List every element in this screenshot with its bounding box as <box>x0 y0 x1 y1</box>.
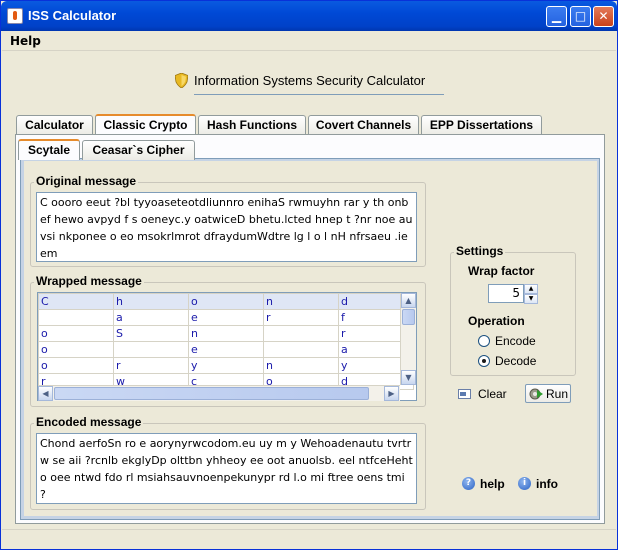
table-cell[interactable]: o <box>38 341 114 358</box>
wrapped-message-title: Wrapped message <box>34 274 144 288</box>
status-bar <box>2 529 616 549</box>
table-row[interactable]: oSnr <box>38 325 414 342</box>
settings-title: Settings <box>454 244 506 258</box>
help-icon: ? <box>462 477 475 490</box>
table-row[interactable]: oryny <box>38 357 414 374</box>
scroll-left-icon[interactable]: ◀ <box>38 386 53 401</box>
info-link[interactable]: info <box>536 477 558 491</box>
table-cell[interactable]: a <box>113 309 189 326</box>
tab-classic-crypto[interactable]: Classic Crypto <box>95 114 196 135</box>
table-cell[interactable]: n <box>263 293 339 310</box>
table-cell[interactable]: h <box>113 293 189 310</box>
title-underline <box>194 94 444 95</box>
spinner-down-icon[interactable]: ▼ <box>524 294 538 304</box>
table-cell[interactable]: C <box>38 293 114 310</box>
table-cell[interactable]: e <box>188 309 264 326</box>
tab-covert-channels[interactable]: Covert Channels <box>308 115 419 135</box>
tab-scytale[interactable]: Scytale <box>18 139 80 160</box>
tab-calculator[interactable]: Calculator <box>16 115 93 135</box>
table-cell[interactable]: S <box>113 325 189 342</box>
table-cell[interactable]: o <box>38 325 114 342</box>
encoded-message-title: Encoded message <box>34 415 144 429</box>
table-cell[interactable]: r <box>113 357 189 374</box>
page-title: Information Systems Security Calculator <box>194 73 426 88</box>
radio-selected-dot <box>482 359 486 363</box>
window-title: ISS Calculator <box>28 8 117 23</box>
scroll-down-icon[interactable]: ▼ <box>401 370 416 385</box>
horizontal-scrollbar[interactable]: ◀ ▶ <box>38 385 400 401</box>
help-link[interactable]: help <box>480 477 505 491</box>
table-cell[interactable]: o <box>188 293 264 310</box>
table-cell[interactable] <box>263 341 339 358</box>
table-cell[interactable]: e <box>188 341 264 358</box>
run-icon <box>529 388 543 400</box>
wrap-factor-input[interactable]: 5 <box>488 284 524 303</box>
java-app-icon <box>7 8 23 24</box>
clear-icon <box>458 389 471 399</box>
table-row[interactable]: oea <box>38 341 414 358</box>
title-bar[interactable]: ISS Calculator ▁ □ ✕ <box>1 1 617 31</box>
shield-icon <box>175 73 188 88</box>
scroll-up-icon[interactable]: ▲ <box>401 293 416 308</box>
table-cell[interactable] <box>38 309 114 326</box>
original-message-title: Original message <box>34 174 139 188</box>
menu-bar: Help <box>2 31 616 51</box>
table-cell[interactable]: y <box>188 357 264 374</box>
encoded-message-output[interactable]: Chond aerfoSn ro e aorynyrwcodom.eu uy m… <box>36 433 417 504</box>
minimize-button[interactable]: ▁ <box>546 6 567 27</box>
close-button[interactable]: ✕ <box>593 6 614 27</box>
tab-ceasars-cipher[interactable]: Ceasar`s Cipher <box>82 140 195 160</box>
table-cell[interactable]: o <box>38 357 114 374</box>
horizontal-scroll-thumb[interactable] <box>54 387 369 400</box>
table-row[interactable]: aerf <box>38 309 414 326</box>
table-cell[interactable] <box>263 325 339 342</box>
wrap-factor-label: Wrap factor <box>468 264 535 278</box>
table-cell[interactable]: r <box>263 309 339 326</box>
spinner-up-icon[interactable]: ▲ <box>524 284 538 294</box>
vertical-scrollbar[interactable]: ▲ ▼ <box>400 293 416 385</box>
info-icon: i <box>518 477 531 490</box>
table-row[interactable]: Chond <box>38 293 414 310</box>
operation-label: Operation <box>468 314 525 328</box>
wrapped-grid: ChondaerfoSnroeaorynyrwcod <box>38 293 414 390</box>
app-window: ISS Calculator ▁ □ ✕ Help Information Sy… <box>0 0 618 550</box>
table-cell[interactable]: n <box>188 325 264 342</box>
encode-radio[interactable] <box>478 335 490 347</box>
run-button[interactable]: Run <box>525 384 571 403</box>
scroll-right-icon[interactable]: ▶ <box>384 386 399 401</box>
decode-radio[interactable] <box>478 355 490 367</box>
vertical-scroll-thumb[interactable] <box>402 309 415 325</box>
run-label: Run <box>546 387 569 401</box>
tab-epp-dissertations[interactable]: EPP Dissertations <box>421 115 542 135</box>
menu-help[interactable]: Help <box>10 34 41 48</box>
tab-hash-functions[interactable]: Hash Functions <box>198 115 306 135</box>
table-cell[interactable]: n <box>263 357 339 374</box>
table-cell[interactable] <box>113 341 189 358</box>
clear-button[interactable]: Clear <box>478 387 507 401</box>
decode-label[interactable]: Decode <box>495 354 536 368</box>
original-message-input[interactable]: C oooro eeut ?bl tyyoaseteotdliunnro eni… <box>36 192 417 262</box>
encode-label[interactable]: Encode <box>495 334 536 348</box>
maximize-button[interactable]: □ <box>570 6 591 27</box>
